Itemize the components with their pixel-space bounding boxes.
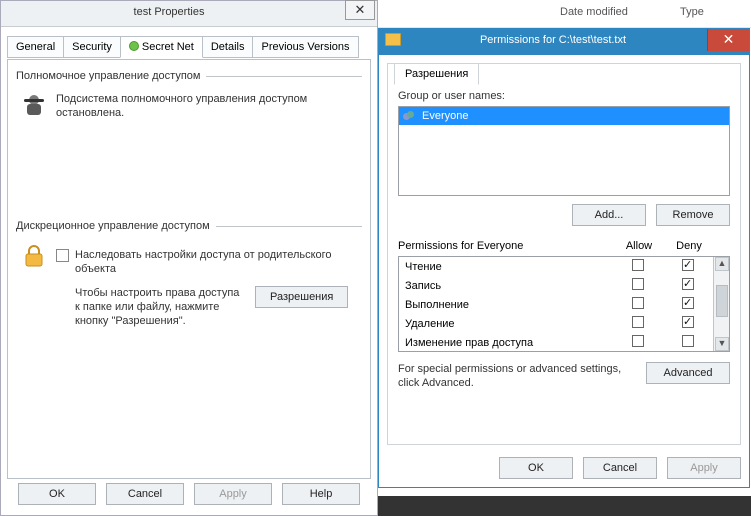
permission-row: Удаление	[399, 314, 713, 333]
cancel-button[interactable]: Cancel	[106, 483, 184, 505]
permission-row: Изменение прав доступа	[399, 333, 713, 351]
permission-name: Запись	[399, 280, 613, 292]
group-icon	[403, 110, 417, 122]
lock-icon	[20, 242, 48, 270]
group-discretionary-access: Дискреционное управление доступом Наслед…	[16, 220, 362, 328]
divider	[206, 76, 362, 77]
group-mandatory-line1: Подсистема полномочного управления досту…	[56, 92, 307, 106]
hint-line3: кнопку "Разрешения".	[75, 314, 245, 328]
scrollbar[interactable]: ▲ ▼	[713, 257, 729, 351]
column-deny: Deny	[664, 240, 714, 252]
permission-name: Удаление	[399, 318, 613, 330]
tab-general[interactable]: General	[7, 36, 64, 58]
properties-tabpanel: Полномочное управление доступом Подсисте…	[7, 59, 371, 479]
remove-button[interactable]: Remove	[656, 204, 730, 226]
inherit-label: Наследовать настройки доступа от родител…	[75, 248, 332, 276]
folder-icon	[385, 33, 401, 46]
permission-name: Чтение	[399, 261, 613, 273]
deny-checkbox[interactable]	[682, 335, 694, 347]
inherit-label-line1: Наследовать настройки доступа от родител…	[75, 248, 332, 262]
deny-checkbox[interactable]	[682, 316, 694, 328]
close-button[interactable]: ✕	[345, 0, 375, 20]
advanced-hint: For special permissions or advanced sett…	[398, 362, 636, 390]
add-button[interactable]: Add...	[572, 204, 646, 226]
properties-tabstrip: GeneralSecurity Secret Net DetailsPrevious…	[7, 35, 371, 59]
group-mandatory-text: Подсистема полномочного управления досту…	[56, 92, 307, 120]
column-allow: Allow	[614, 240, 664, 252]
agent-icon	[20, 92, 48, 120]
allow-checkbox[interactable]	[632, 316, 644, 328]
tab-secret-net-label: Secret Net	[142, 41, 194, 53]
cancel-button[interactable]: Cancel	[583, 457, 657, 479]
permission-table: Чтение Запись Выполнение Удаление Изменение …	[398, 256, 730, 352]
permission-name: Изменение прав доступа	[399, 337, 613, 349]
user-row-everyone[interactable]: Everyone	[399, 107, 729, 125]
permission-row: Запись	[399, 276, 713, 295]
permissions-body: Разрешения Group or user names: Everyone…	[387, 63, 741, 445]
permission-row: Выполнение	[399, 295, 713, 314]
group-discretionary-title: Дискреционное управление доступом	[16, 220, 210, 232]
apply-button[interactable]: Apply	[667, 457, 741, 479]
permissions-titlebar[interactable]: Permissions for C:\test\test.txt ✕	[379, 29, 749, 55]
scroll-down-icon[interactable]: ▼	[715, 337, 729, 351]
close-button[interactable]: ✕	[707, 29, 749, 51]
permissions-hint: Чтобы настроить права доступа к папке ил…	[75, 286, 245, 328]
allow-checkbox[interactable]	[632, 297, 644, 309]
scroll-up-icon[interactable]: ▲	[715, 257, 729, 271]
scroll-thumb[interactable]	[716, 285, 728, 317]
advanced-button[interactable]: Advanced	[646, 362, 730, 384]
column-type[interactable]: Type	[680, 6, 704, 18]
tab-security[interactable]: Security	[63, 36, 121, 58]
user-list[interactable]: Everyone	[398, 106, 730, 196]
ok-button[interactable]: OK	[18, 483, 96, 505]
explorer-columns: Date modified Type	[378, 0, 751, 28]
permissions-button-row: OK Cancel Apply	[387, 457, 741, 479]
explorer-footer	[378, 496, 751, 516]
tab-details[interactable]: Details	[202, 36, 254, 58]
column-date-modified[interactable]: Date modified	[560, 6, 628, 18]
deny-checkbox[interactable]	[682, 297, 694, 309]
permission-columns-header: Permissions for Everyone Allow Deny	[398, 240, 730, 252]
hint-line2: к папке или файлу, нажмите	[75, 300, 245, 314]
tab-previous-versions[interactable]: Previous Versions	[252, 36, 358, 58]
permission-row: Чтение	[399, 257, 713, 276]
deny-checkbox[interactable]	[682, 259, 694, 271]
ok-button[interactable]: OK	[499, 457, 573, 479]
user-row-name: Everyone	[422, 110, 468, 122]
allow-checkbox[interactable]	[632, 259, 644, 271]
group-mandatory-access: Полномочное управление доступом Подсисте…	[16, 70, 362, 120]
properties-button-row: OK Cancel Apply Help	[7, 483, 371, 505]
tab-secret-net[interactable]: Secret Net	[120, 36, 203, 58]
properties-title-text: test Properties	[1, 6, 337, 18]
permission-name: Выполнение	[399, 299, 613, 311]
allow-checkbox[interactable]	[632, 278, 644, 290]
help-button[interactable]: Help	[282, 483, 360, 505]
properties-window: test Properties ✕ GeneralSecurity Secret …	[0, 0, 378, 516]
deny-checkbox[interactable]	[682, 278, 694, 290]
divider	[216, 226, 362, 227]
permissions-title-text: Permissions for C:\test\test.txt	[407, 34, 699, 46]
allow-checkbox[interactable]	[632, 335, 644, 347]
permissions-button[interactable]: Разрешения	[255, 286, 348, 308]
properties-titlebar[interactable]: test Properties ✕	[1, 1, 377, 27]
permissions-for-label: Permissions for Everyone	[398, 240, 614, 252]
group-mandatory-title: Полномочное управление доступом	[16, 70, 200, 82]
group-mandatory-line2: остановлена.	[56, 106, 307, 120]
apply-button[interactable]: Apply	[194, 483, 272, 505]
inherit-checkbox[interactable]	[56, 249, 69, 262]
shield-icon	[129, 41, 139, 51]
hint-line1: Чтобы настроить права доступа	[75, 286, 245, 300]
inherit-label-line2: объекта	[75, 262, 332, 276]
tab-permissions[interactable]: Разрешения	[394, 63, 479, 85]
permissions-window: Permissions for C:\test\test.txt ✕ Разре…	[378, 28, 750, 488]
group-or-user-names-label: Group or user names:	[398, 90, 730, 102]
